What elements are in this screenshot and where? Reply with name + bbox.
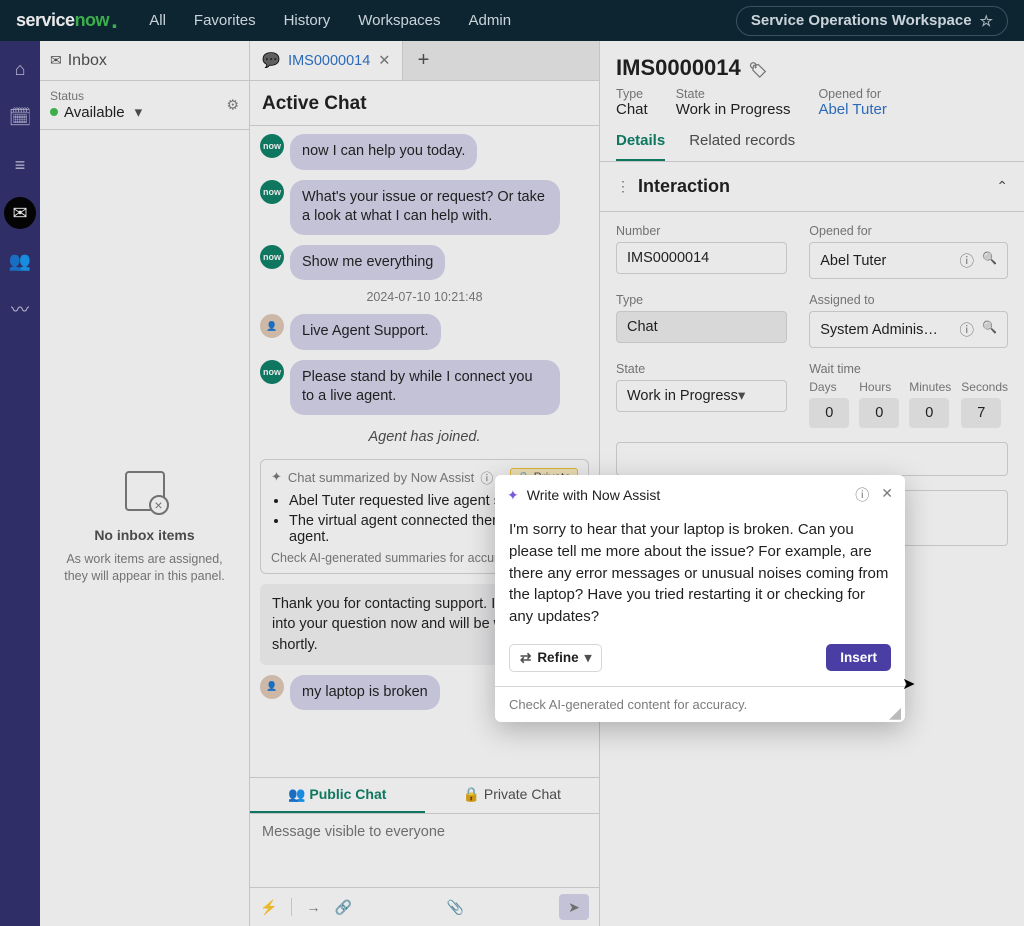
close-icon[interactable]: [881, 485, 893, 505]
sparkle-icon: [507, 487, 519, 504]
popup-title: Write with Now Assist: [527, 487, 661, 503]
popup-footnote: Check AI-generated content for accuracy.: [509, 697, 747, 712]
popup-body: I'm sorry to hear that your laptop is br…: [495, 515, 905, 640]
modal-overlay: [0, 0, 1024, 926]
info-icon[interactable]: [855, 485, 869, 505]
refine-button[interactable]: Refine: [509, 644, 602, 672]
cursor-icon: ➤: [902, 674, 915, 694]
now-assist-popup: Write with Now Assist I'm sorry to hear …: [495, 475, 905, 722]
insert-button[interactable]: Insert: [826, 644, 891, 671]
resize-grip-icon[interactable]: [889, 708, 901, 720]
